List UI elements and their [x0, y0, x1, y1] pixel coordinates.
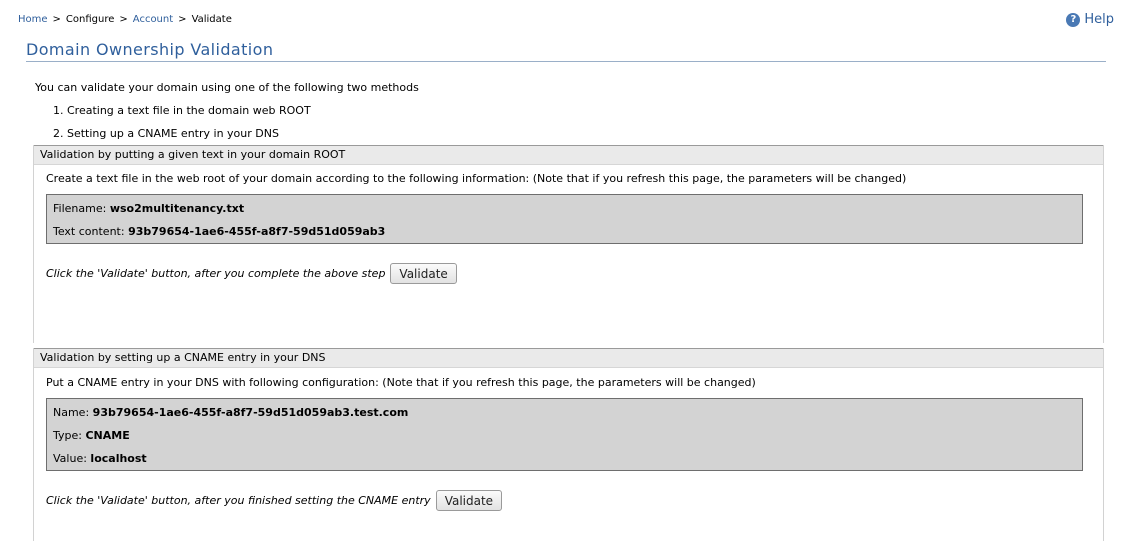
breadcrumb-account-link[interactable]: Account	[133, 14, 173, 25]
cname-name-row: Name: 93b79654-1ae6-455f-a8f7-59d51d059a…	[53, 406, 408, 419]
text-file-validation-section: Validation by putting a given text in yo…	[33, 145, 1104, 343]
text-content-value: 93b79654-1ae6-455f-a8f7-59d51d059ab3	[128, 225, 386, 238]
cname-type-label: Type:	[53, 429, 82, 442]
breadcrumb-separator: >	[119, 14, 128, 25]
filename-value: wso2multitenancy.txt	[109, 202, 245, 215]
text-content-row: Text content: 93b79654-1ae6-455f-a8f7-59…	[53, 225, 385, 238]
breadcrumb-separator: >	[178, 14, 187, 25]
cname-info-box: Name: 93b79654-1ae6-455f-a8f7-59d51d059a…	[46, 398, 1083, 471]
cname-value-row: Value: localhost	[53, 452, 147, 465]
text-content-label: Text content:	[53, 225, 125, 238]
method-item: 2. Setting up a CNAME entry in your DNS	[53, 127, 279, 140]
breadcrumb-configure: Configure	[65, 14, 115, 25]
title-divider	[26, 61, 1106, 62]
section-description: Put a CNAME entry in your DNS with follo…	[46, 376, 756, 389]
breadcrumb-home-link[interactable]: Home	[18, 14, 48, 25]
section-header: Validation by setting up a CNAME entry i…	[34, 348, 1103, 368]
cname-value-value: localhost	[90, 452, 147, 465]
text-file-validate-row: Click the 'Validate' button, after you c…	[46, 263, 457, 284]
validate-text-file-button[interactable]: Validate	[390, 263, 457, 284]
cname-name-label: Name:	[53, 406, 90, 419]
text-file-info-box: Filename: wso2multitenancy.txt Text cont…	[46, 194, 1083, 244]
help-link[interactable]: ? Help	[1066, 12, 1114, 27]
section-header: Validation by putting a given text in yo…	[34, 145, 1103, 165]
cname-validation-section: Validation by setting up a CNAME entry i…	[33, 348, 1104, 541]
intro: You can validate your domain using one o…	[35, 76, 419, 145]
cname-type-row: Type: CNAME	[53, 429, 130, 442]
validate-instruction: Click the 'Validate' button, after you f…	[46, 494, 431, 507]
validate-instruction: Click the 'Validate' button, after you c…	[46, 267, 386, 280]
page-title: Domain Ownership Validation	[26, 40, 274, 59]
validate-cname-button[interactable]: Validate	[435, 490, 503, 511]
cname-validate-row: Click the 'Validate' button, after you f…	[46, 490, 503, 511]
method-item: 1. Creating a text file in the domain we…	[53, 104, 311, 117]
cname-name-value: 93b79654-1ae6-455f-a8f7-59d51d059ab3.tes…	[92, 406, 409, 419]
breadcrumb-current: Validate	[191, 14, 232, 25]
section-description: Create a text file in the web root of yo…	[46, 172, 907, 185]
filename-row: Filename: wso2multitenancy.txt	[53, 202, 244, 215]
help-label: Help	[1084, 12, 1114, 27]
intro-text: You can validate your domain using one o…	[35, 81, 419, 94]
help-icon: ?	[1066, 12, 1081, 27]
cname-value-label: Value:	[53, 452, 87, 465]
breadcrumb: Home > Configure > Account > Validate	[18, 14, 232, 25]
breadcrumb-separator: >	[52, 14, 61, 25]
cname-type-value: CNAME	[85, 429, 130, 442]
filename-label: Filename:	[53, 202, 107, 215]
